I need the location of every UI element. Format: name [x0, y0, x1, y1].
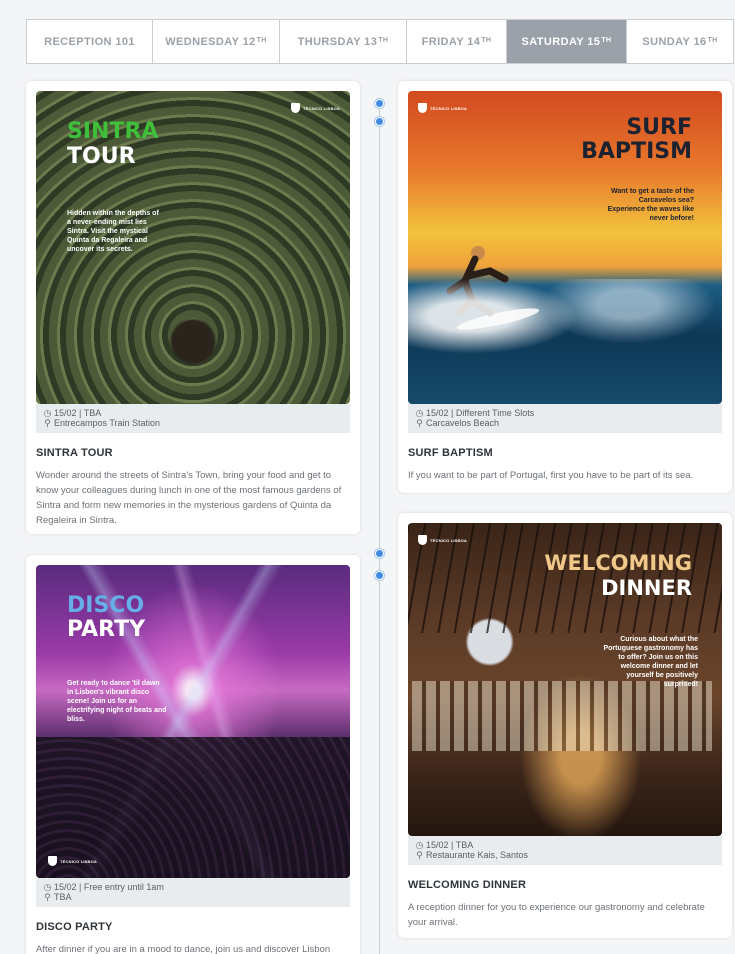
event-description: If you want to be part of Portugal, firs…: [408, 470, 694, 481]
event-meta: ◷ 15/02 | TBA ⚲ Entrecampos Train Station: [36, 404, 350, 433]
poster-blurb: Want to get a taste of the Carcavelos se…: [607, 188, 694, 222]
event-card-disco[interactable]: DISCO PARTY Get ready to dance 'til dawn…: [26, 555, 360, 954]
shield-icon: [418, 103, 427, 113]
poster-blurb: Get ready to dance 'til dawn in Lisbon's…: [67, 680, 167, 723]
poster-title-line-2: PARTY: [67, 617, 146, 642]
tab-suffix: TH: [378, 37, 389, 44]
clock-icon: ◷: [415, 408, 424, 418]
tab-label: SATURDAY 15: [521, 35, 601, 48]
windows-illustration: [412, 681, 712, 751]
event-where: TBA: [54, 892, 72, 902]
event-card-surf[interactable]: TÉCNICO LISBOA SURF BAPTISM Want to get …: [398, 81, 732, 493]
event-card-dinner[interactable]: TÉCNICO LISBOA WELCOMING DINNER Curious …: [398, 513, 732, 938]
poster-blurb: Curious about what the Portuguese gastro…: [603, 636, 698, 688]
tab-thursday[interactable]: THURSDAY 13 TH: [280, 20, 407, 63]
tab-reception[interactable]: RECEPTION 101: [27, 20, 153, 63]
timeline-line: [379, 100, 380, 954]
clock-icon: ◷: [43, 408, 52, 418]
event-meta: ◷ 15/02 | Free entry until 1am ⚲ TBA: [36, 878, 350, 907]
tab-label: RECEPTION 101: [44, 35, 135, 48]
location-pin-icon: ⚲: [416, 850, 423, 860]
location-pin-icon: ⚲: [44, 418, 51, 428]
poster-title-line-1: SURF: [626, 115, 692, 140]
event-description: Wonder around the streets of Sintra's To…: [36, 470, 342, 526]
poster-title-line-1: DISCO: [67, 593, 145, 618]
poster-title-line-2: BAPTISM: [581, 139, 692, 164]
event-title: SURF BAPTISM: [408, 447, 493, 459]
event-title: SINTRA TOUR: [36, 447, 113, 459]
brand-logo: TÉCNICO LISBOA: [48, 856, 97, 866]
tab-sunday[interactable]: SUNDAY 16 TH: [627, 20, 733, 63]
timeline-dot: [375, 549, 384, 558]
shield-icon: [290, 103, 300, 113]
event-card-sintra[interactable]: TÉCNICO LISBOA SINTRA TOUR Hidden within…: [26, 81, 360, 534]
event-description: A reception dinner for you to experience…: [408, 902, 705, 928]
event-description: After dinner if you are in a mood to dan…: [36, 944, 331, 954]
day-tabs: RECEPTION 101 WEDNESDAY 12 TH THURSDAY 13…: [26, 19, 734, 64]
brand-name: TÉCNICO LISBOA: [430, 537, 468, 543]
tab-friday[interactable]: FRIDAY 14 TH: [407, 20, 507, 63]
event-title: WELCOMING DINNER: [408, 879, 527, 891]
brand-logo: TÉCNICO LISBOA: [418, 535, 467, 545]
event-title: DISCO PARTY: [36, 921, 113, 933]
tab-saturday[interactable]: SATURDAY 15 TH: [507, 20, 627, 63]
waves-illustration: [408, 278, 722, 404]
timeline-dot: [375, 99, 384, 108]
tab-label: SUNDAY 16: [642, 35, 707, 48]
timeline-dot: [375, 117, 384, 126]
clock-icon: ◷: [415, 840, 424, 850]
poster-blurb: Hidden within the depths of a never-endi…: [67, 210, 159, 253]
brand-logo: TÉCNICO LISBOA: [418, 103, 467, 113]
brand-name: TÉCNICO LISBOA: [302, 105, 340, 111]
event-poster: TÉCNICO LISBOA WELCOMING DINNER Curious …: [408, 523, 722, 836]
event-where: Entrecampos Train Station: [54, 418, 161, 428]
location-pin-icon: ⚲: [44, 892, 51, 902]
brand-logo: TÉCNICO LISBOA: [290, 103, 340, 113]
poster-title-line-1: WELCOMING: [544, 551, 692, 575]
shield-icon: [418, 535, 427, 545]
brand-name: TÉCNICO LISBOA: [60, 858, 98, 864]
tab-label: WEDNESDAY 12: [165, 35, 256, 48]
event-where: Carcavelos Beach: [426, 418, 500, 428]
event-when: 15/02 | TBA: [426, 840, 474, 850]
tab-suffix: TH: [481, 37, 492, 44]
event-where: Restaurante Kais, Santos: [426, 850, 529, 860]
tab-wednesday[interactable]: WEDNESDAY 12 TH: [153, 20, 280, 63]
location-pin-icon: ⚲: [416, 418, 423, 428]
timeline-dot: [375, 571, 384, 580]
event-when: 15/02 | Different Time Slots: [426, 408, 535, 418]
tab-label: FRIDAY 14: [421, 35, 481, 48]
event-poster: TÉCNICO LISBOA SURF BAPTISM Want to get …: [408, 91, 722, 404]
clock-icon: ◷: [43, 882, 52, 892]
event-poster: TÉCNICO LISBOA SINTRA TOUR Hidden within…: [36, 91, 350, 404]
event-meta: ◷ 15/02 | TBA ⚲ Restaurante Kais, Santos: [408, 836, 722, 865]
tab-suffix: TH: [707, 37, 718, 44]
tab-suffix: TH: [256, 37, 267, 44]
shield-icon: [48, 856, 57, 866]
event-when: 15/02 | Free entry until 1am: [54, 882, 164, 892]
poster-title-line-2: TOUR: [67, 144, 136, 169]
tab-label: THURSDAY 13: [297, 35, 378, 48]
event-meta: ◷ 15/02 | Different Time Slots ⚲ Carcavelo…: [408, 404, 722, 433]
event-poster: DISCO PARTY Get ready to dance 'til dawn…: [36, 565, 350, 878]
poster-title-line-1: SINTRA: [67, 119, 159, 144]
tab-suffix: TH: [601, 37, 612, 44]
brand-name: TÉCNICO LISBOA: [430, 105, 468, 111]
event-when: 15/02 | TBA: [54, 408, 102, 418]
poster-title-line-2: DINNER: [601, 576, 692, 600]
